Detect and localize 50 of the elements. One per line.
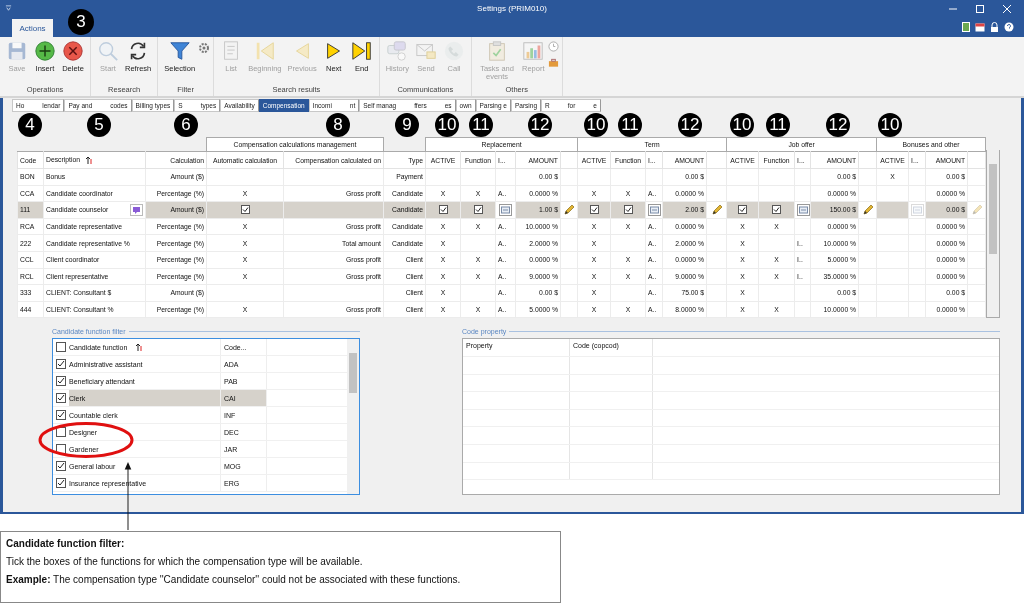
sort-icon[interactable]: [86, 155, 93, 165]
checkbox[interactable]: [56, 376, 66, 387]
help-icon[interactable]: [1004, 22, 1014, 32]
close-icon: [62, 40, 84, 62]
checkbox[interactable]: [56, 410, 66, 421]
search-icon: [97, 40, 119, 62]
checkbox[interactable]: [56, 393, 66, 404]
callout-example: Example: The compensation type ''Candidate counselor'' could not be associated with these functions.: [6, 574, 462, 585]
plus-icon: [34, 40, 56, 62]
database-query-icon[interactable]: [648, 204, 662, 216]
pencil-icon[interactable]: [563, 204, 576, 216]
calendar-icon[interactable]: [975, 22, 985, 32]
callout-text: Tick the boxes of the functions for which the compensation type will be available.: [6, 556, 364, 567]
checkbox[interactable]: [56, 444, 66, 455]
toolbox-icon[interactable]: [547, 58, 559, 68]
database-query-icon[interactable]: [499, 204, 512, 216]
database-query-icon[interactable]: [797, 204, 810, 216]
checkbox[interactable]: [56, 478, 66, 489]
calculator-icon[interactable]: [962, 22, 970, 32]
window-title: Settings (PRIM010): [476, 4, 548, 13]
phone-icon: [443, 40, 466, 62]
pencil-icon[interactable]: [710, 204, 723, 216]
callout-title: Candidate function filter:: [6, 538, 126, 549]
checkbox[interactable]: [56, 427, 66, 438]
close-icon[interactable]: [1002, 3, 1012, 14]
save-icon: [6, 40, 28, 62]
checkbox[interactable]: [623, 205, 633, 215]
note-icon[interactable]: [130, 204, 143, 216]
lock-icon[interactable]: [990, 22, 999, 32]
checkbox[interactable]: [56, 461, 66, 472]
pencil-icon[interactable]: [861, 204, 874, 216]
quick-access-icon[interactable]: [5, 5, 12, 12]
funnel-icon: [168, 40, 191, 62]
maximize-icon[interactable]: [975, 3, 985, 14]
last-icon: [350, 40, 373, 62]
sort-icon[interactable]: [136, 342, 144, 352]
scrollbar[interactable]: [986, 150, 1000, 319]
ribbon-tab[interactable]: Actions: [12, 19, 53, 37]
bar-chart-icon: [522, 40, 545, 62]
chat-icon: [386, 40, 409, 62]
checkbox[interactable]: [438, 205, 448, 215]
checkbox[interactable]: [473, 205, 483, 215]
checkbox[interactable]: [56, 359, 66, 370]
checkbox[interactable]: [772, 205, 782, 215]
checkbox[interactable]: [56, 342, 66, 353]
checkbox[interactable]: [738, 205, 748, 215]
scrollbar[interactable]: [347, 339, 359, 495]
checkbox[interactable]: [240, 205, 250, 215]
checkbox[interactable]: [589, 205, 599, 215]
gear-icon[interactable]: [198, 42, 211, 54]
